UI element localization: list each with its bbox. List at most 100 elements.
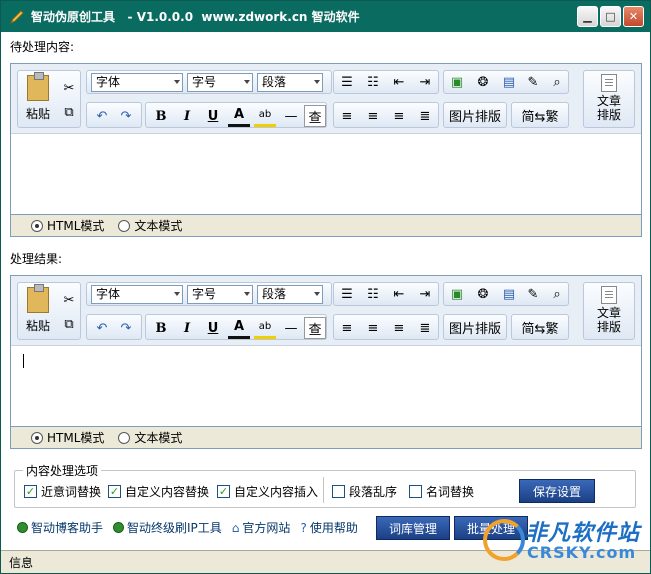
options-legend: 内容处理选项 xyxy=(23,462,102,479)
cut-icon[interactable]: ✂ xyxy=(58,77,80,99)
font-family-select[interactable]: 字体 xyxy=(91,285,183,304)
website-link[interactable]: ⌂ 官方网站 xyxy=(232,519,291,536)
result-mode-bar: HTML模式 文本模式 xyxy=(10,427,642,449)
undo-group: ↶ ↷ xyxy=(86,314,142,340)
input-mode-bar: HTML模式 文本模式 xyxy=(10,215,642,237)
maximize-button[interactable]: □ xyxy=(600,6,621,27)
result-toolbar: 粘贴 ✂ ⧉ 字体 字号 段落 ↶ ↷ B I U A ab — 查 ☰ ☷ ⇤… xyxy=(11,276,641,346)
article-layout-button[interactable]: 文章 排版 xyxy=(583,70,635,128)
status-text: 信息 xyxy=(9,555,34,570)
justify-icon[interactable]: ≣ xyxy=(414,317,436,339)
insert-group: ▣ ❂ ▤ ✎ ⌕ xyxy=(443,282,569,306)
find-button[interactable]: 查 xyxy=(304,317,326,339)
find-button[interactable]: 查 xyxy=(304,105,326,127)
source-icon[interactable]: ✎ xyxy=(522,71,544,93)
undo-icon[interactable]: ↶ xyxy=(91,317,113,339)
underline-button[interactable]: U xyxy=(202,317,224,339)
input-text-mode-radio[interactable]: 文本模式 xyxy=(118,217,182,234)
font-family-select[interactable]: 字体 xyxy=(91,73,183,92)
watermark-logo-icon xyxy=(483,519,525,561)
link-bar: 智动博客助手 智动终级刷IP工具 ⌂ 官方网站 ? 使用帮助 xyxy=(17,519,358,536)
image-icon[interactable]: ▣ xyxy=(446,283,468,305)
ordered-list-icon[interactable]: ☰ xyxy=(336,283,358,305)
undo-icon[interactable]: ↶ xyxy=(91,105,113,127)
simplified-traditional-button[interactable]: 简⇆繁 xyxy=(511,314,569,340)
bullet-list-icon[interactable]: ☷ xyxy=(362,71,384,93)
input-text-area[interactable] xyxy=(11,134,641,214)
ip-tool-link[interactable]: 智动终级刷IP工具 xyxy=(113,519,222,536)
highlight-button[interactable]: ab xyxy=(254,317,276,339)
bold-button[interactable]: B xyxy=(150,105,172,127)
align-left-icon[interactable]: ≡ xyxy=(336,105,358,127)
help-link[interactable]: ? 使用帮助 xyxy=(300,519,357,536)
close-button[interactable]: ✕ xyxy=(623,6,644,27)
italic-button[interactable]: I xyxy=(176,105,198,127)
app-window: 智动伪原创工具 - V1.0.0.0 www.zdwork.cn 智动软件 ▁ … xyxy=(0,0,651,574)
noun-replace-checkbox[interactable]: 名词替换 xyxy=(409,483,474,500)
copy-icon[interactable]: ⧉ xyxy=(58,101,80,123)
paragraph-select[interactable]: 段落 xyxy=(257,73,323,92)
title-bar[interactable]: 智动伪原创工具 - V1.0.0.0 www.zdwork.cn 智动软件 ▁ … xyxy=(1,1,650,32)
save-settings-button[interactable]: 保存设置 xyxy=(519,479,595,503)
text-caret xyxy=(23,354,24,368)
synonym-checkbox[interactable]: ✓ 近意词替换 xyxy=(24,483,101,500)
document-icon xyxy=(601,74,617,92)
indent-icon[interactable]: ⇥ xyxy=(414,283,436,305)
align-right-icon[interactable]: ≡ xyxy=(388,317,410,339)
indent-icon[interactable]: ⇥ xyxy=(414,71,436,93)
table-icon[interactable]: ▤ xyxy=(498,71,520,93)
image-icon[interactable]: ▣ xyxy=(446,71,468,93)
outdent-icon[interactable]: ⇤ xyxy=(388,71,410,93)
highlight-button[interactable]: ab xyxy=(254,105,276,127)
flash-icon[interactable]: ❂ xyxy=(472,283,494,305)
copy-icon[interactable]: ⧉ xyxy=(58,313,80,335)
image-layout-button[interactable]: 图片排版 xyxy=(443,314,507,340)
align-left-icon[interactable]: ≡ xyxy=(336,317,358,339)
pen-icon xyxy=(9,9,24,24)
article-layout-button[interactable]: 文章 排版 xyxy=(583,282,635,340)
paragraph-select[interactable]: 段落 xyxy=(257,285,323,304)
font-color-button[interactable]: A xyxy=(228,317,250,339)
blog-helper-link[interactable]: 智动博客助手 xyxy=(17,519,103,536)
redo-icon[interactable]: ↷ xyxy=(115,317,137,339)
cut-icon[interactable]: ✂ xyxy=(58,289,80,311)
horizontal-rule-button[interactable]: — xyxy=(280,317,302,339)
custom-insert-checkbox[interactable]: ✓ 自定义内容插入 xyxy=(217,483,318,500)
align-center-icon[interactable]: ≡ xyxy=(362,105,384,127)
table-icon[interactable]: ▤ xyxy=(498,283,520,305)
preview-icon[interactable]: ⌕ xyxy=(546,71,568,93)
simplified-traditional-button[interactable]: 简⇆繁 xyxy=(511,102,569,128)
font-color-button[interactable]: A xyxy=(228,105,250,127)
align-center-icon[interactable]: ≡ xyxy=(362,317,384,339)
dictionary-manage-button[interactable]: 词库管理 xyxy=(376,516,450,540)
result-text-mode-radio[interactable]: 文本模式 xyxy=(118,429,182,446)
minimize-button[interactable]: ▁ xyxy=(577,6,598,27)
preview-icon[interactable]: ⌕ xyxy=(546,283,568,305)
horizontal-rule-button[interactable]: — xyxy=(280,105,302,127)
bold-button[interactable]: B xyxy=(150,317,172,339)
align-group: ≡ ≡ ≡ ≣ xyxy=(333,102,439,128)
result-html-mode-radio[interactable]: HTML模式 xyxy=(31,429,104,446)
source-icon[interactable]: ✎ xyxy=(522,283,544,305)
italic-button[interactable]: I xyxy=(176,317,198,339)
redo-icon[interactable]: ↷ xyxy=(115,105,137,127)
flash-icon[interactable]: ❂ xyxy=(472,71,494,93)
input-html-mode-radio[interactable]: HTML模式 xyxy=(31,217,104,234)
result-text-area[interactable] xyxy=(11,346,641,426)
underline-button[interactable]: U xyxy=(202,105,224,127)
bullet-list-icon[interactable]: ☷ xyxy=(362,283,384,305)
custom-replace-checkbox[interactable]: ✓ 自定义内容替换 xyxy=(108,483,209,500)
ordered-list-icon[interactable]: ☰ xyxy=(336,71,358,93)
clipboard-icon xyxy=(27,284,49,313)
font-size-select[interactable]: 字号 xyxy=(187,73,253,92)
shuffle-checkbox[interactable]: 段落乱序 xyxy=(332,483,397,500)
font-size-select[interactable]: 字号 xyxy=(187,285,253,304)
image-layout-button[interactable]: 图片排版 xyxy=(443,102,507,128)
paste-button[interactable]: 粘贴 xyxy=(18,283,58,339)
align-right-icon[interactable]: ≡ xyxy=(388,105,410,127)
green-dot-icon xyxy=(113,522,125,533)
justify-icon[interactable]: ≣ xyxy=(414,105,436,127)
outdent-icon[interactable]: ⇤ xyxy=(388,283,410,305)
paste-button[interactable]: 粘贴 xyxy=(18,71,58,127)
undo-group: ↶ ↷ xyxy=(86,102,142,128)
